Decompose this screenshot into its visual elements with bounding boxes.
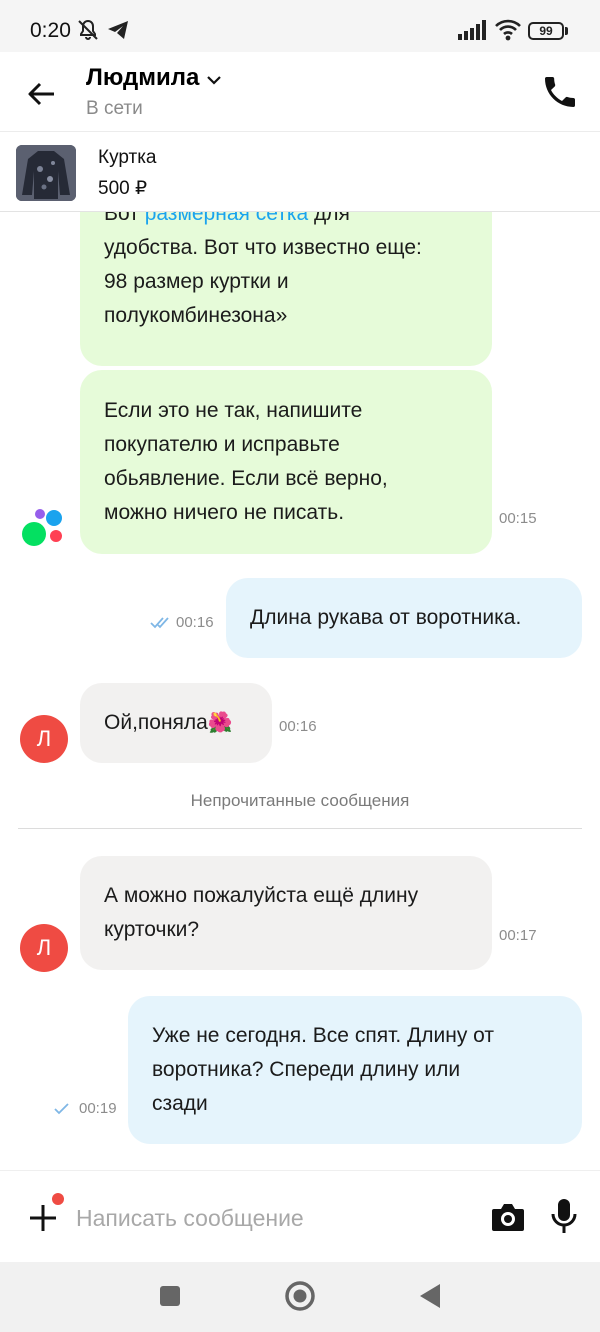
- message-line: обьявление. Если всё верно,: [104, 467, 388, 490]
- telegram-icon: [108, 21, 128, 39]
- avito-logo-icon: [22, 509, 62, 546]
- message-text: для: [308, 212, 350, 225]
- message-line: Если это не так, напишите: [104, 399, 363, 422]
- message-time: 00:16: [176, 614, 214, 631]
- battery-tip: [565, 27, 568, 35]
- message-line: Длина рукава от воротника.: [250, 606, 522, 629]
- back-arrow-icon[interactable]: [24, 76, 60, 112]
- message-bubble[interactable]: Длина рукава от воротника.: [226, 578, 582, 658]
- message-line: курточки?: [104, 918, 200, 941]
- item-thumbnail[interactable]: [16, 145, 76, 201]
- battery-level: 99: [539, 24, 553, 38]
- mute-icon: [78, 19, 98, 40]
- avatar[interactable]: Л: [20, 924, 68, 972]
- size-chart-link[interactable]: размерная сетка: [145, 212, 308, 225]
- message-line: покупателю и исправьте: [104, 433, 340, 456]
- check-icon: [54, 1103, 69, 1115]
- hibiscus-emoji: 🌺: [207, 712, 233, 734]
- item-title[interactable]: Куртка: [98, 147, 157, 169]
- message-bubble[interactable]: Ой,поняла🌺: [80, 683, 272, 763]
- message-composer: [0, 1170, 600, 1262]
- camera-icon[interactable]: [490, 1201, 526, 1233]
- contact-status: В сети: [86, 98, 143, 119]
- signal-icon: [458, 20, 486, 40]
- message-bubble[interactable]: А можно пожалуйста ещё длину курточки?: [80, 856, 492, 970]
- double-check-icon: [150, 617, 169, 629]
- plus-icon[interactable]: [26, 1201, 60, 1235]
- contact-name[interactable]: Людмила: [86, 64, 199, 92]
- message-time: 00:17: [499, 927, 537, 944]
- notification-dot: [52, 1193, 64, 1205]
- microphone-icon[interactable]: [548, 1197, 580, 1235]
- recents-square-icon[interactable]: [152, 1278, 188, 1314]
- message-time: 00:15: [499, 510, 537, 527]
- message-line: можно ничего не писать.: [104, 501, 345, 524]
- unread-divider-label: Непрочитанные сообщения: [190, 791, 410, 810]
- message-line: Ой,поняла🌺: [104, 706, 248, 740]
- battery-icon: 99: [528, 22, 564, 40]
- home-circle-icon[interactable]: [282, 1278, 318, 1314]
- item-price: 500 ₽: [98, 178, 148, 199]
- message-time: 00:16: [279, 718, 317, 735]
- status-bar: 0:20 99: [0, 0, 600, 52]
- unread-divider: [18, 828, 582, 829]
- message-time: 00:19: [79, 1100, 117, 1117]
- chat-header: Людмила В сети: [0, 52, 600, 132]
- system-nav-bar: [0, 1262, 600, 1332]
- message-bubble[interactable]: Уже не сегодня. Все спят. Длину от ворот…: [128, 996, 582, 1144]
- message-input[interactable]: [76, 1199, 466, 1237]
- back-triangle-icon[interactable]: [412, 1278, 448, 1314]
- message-line: Уже не сегодня. Все спят. Длину от: [152, 1024, 494, 1047]
- message-line: А можно пожалуйста ещё длину: [104, 884, 419, 907]
- message-line: сзади: [152, 1092, 208, 1115]
- message-line: удобства. Вот что известно еще:: [104, 236, 422, 259]
- chevron-down-icon[interactable]: [206, 72, 222, 88]
- avatar[interactable]: Л: [20, 715, 68, 763]
- message-line: воротника? Спереди длину или: [152, 1058, 461, 1081]
- message-line: 98 размер куртки и: [104, 270, 289, 293]
- wifi-icon: [495, 19, 521, 41]
- phone-icon[interactable]: [540, 72, 580, 112]
- message-bubble[interactable]: Вот размерная сетка для удобства. Вот чт…: [80, 212, 492, 366]
- message-text: Вот: [104, 212, 145, 225]
- message-bubble[interactable]: Если это не так, напишите покупателю и и…: [80, 370, 492, 554]
- message-text: Ой,поняла: [104, 711, 208, 734]
- message-line: полукомбинезона»: [104, 304, 288, 327]
- item-bar[interactable]: Куртка 500 ₽: [0, 132, 600, 212]
- message-line: Вот размерная сетка для: [104, 212, 468, 231]
- chat-area[interactable]: Вот размерная сетка для удобства. Вот чт…: [0, 212, 600, 1170]
- status-time: 0:20: [30, 19, 71, 42]
